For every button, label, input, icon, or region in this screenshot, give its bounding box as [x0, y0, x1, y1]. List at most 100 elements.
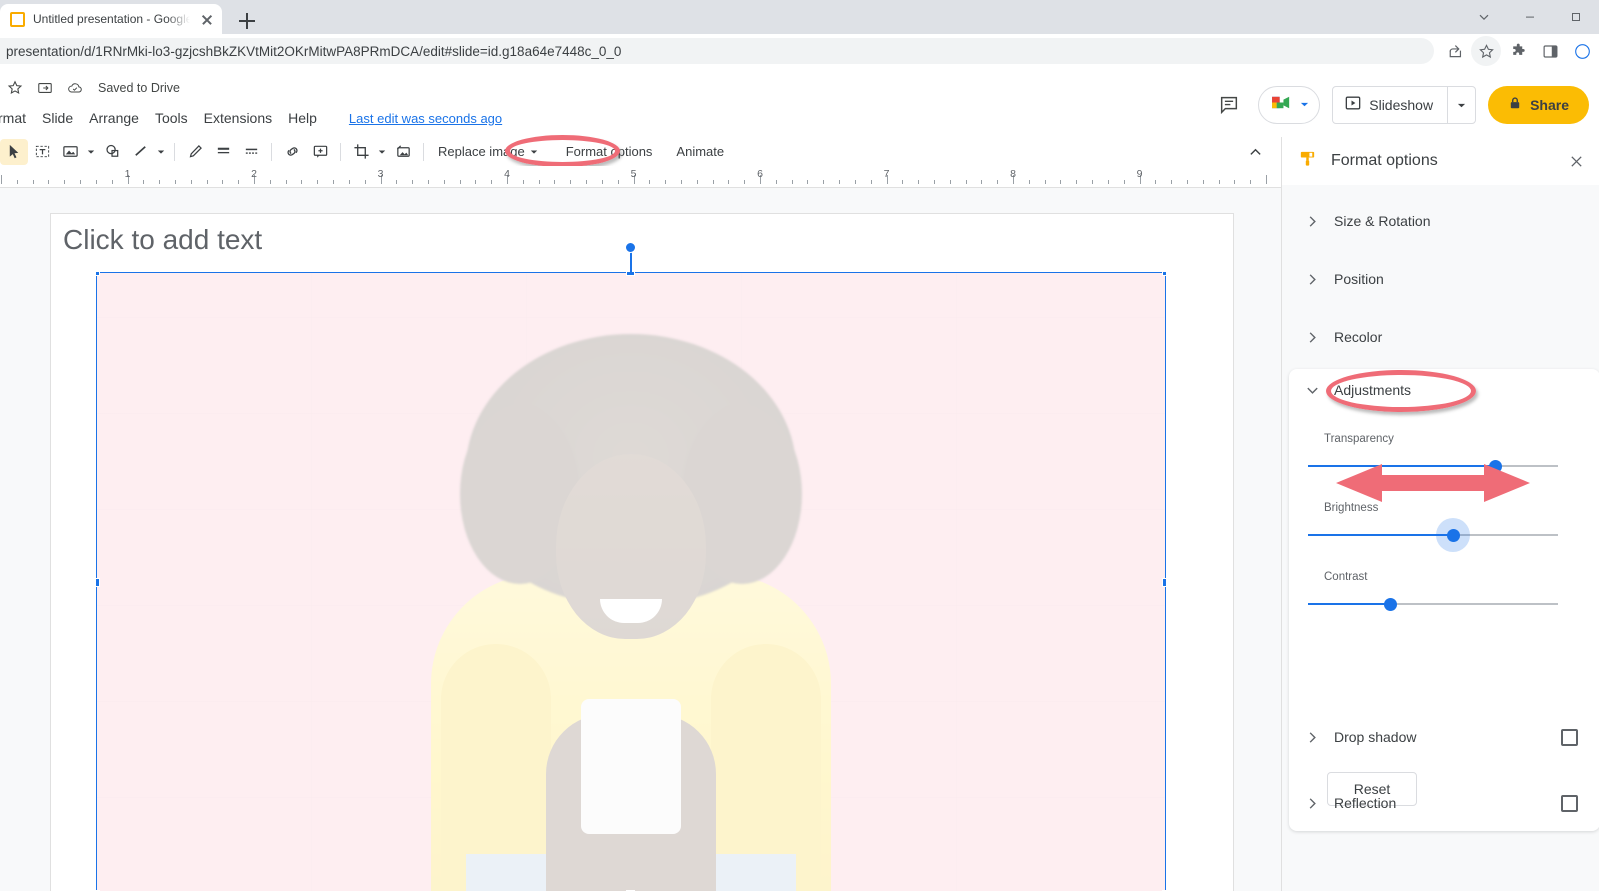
side-panel-icon[interactable]	[1535, 36, 1565, 66]
chevron-down-icon[interactable]	[1461, 0, 1507, 34]
chevron-down-icon	[1300, 383, 1324, 398]
resize-handle-w[interactable]	[96, 578, 100, 587]
selected-image-object[interactable]	[96, 272, 1166, 891]
image-tool-caret[interactable]	[84, 139, 98, 165]
menu-format[interactable]: rmat	[0, 108, 34, 128]
link-icon[interactable]	[278, 139, 306, 165]
section-label: Reflection	[1334, 795, 1397, 811]
reflection-checkbox[interactable]	[1561, 794, 1578, 812]
bookmark-star-icon[interactable]	[1471, 36, 1501, 66]
document-meta-row: Saved to Drive	[0, 76, 180, 100]
ruler-tick-minor	[222, 180, 224, 184]
cloud-saved-icon[interactable]	[60, 76, 90, 100]
ruler-tick-minor	[1060, 180, 1062, 184]
ruler-tick-minor	[1028, 180, 1030, 184]
section-drop-shadow[interactable]: Drop shadow	[1282, 715, 1599, 759]
slideshow-label: Slideshow	[1369, 97, 1434, 113]
ruler-tick-minor	[1234, 180, 1236, 184]
section-reflection[interactable]: Reflection	[1282, 781, 1599, 825]
browser-tab[interactable]: Untitled presentation - Google S	[0, 4, 222, 34]
slides-favicon	[10, 11, 25, 27]
transparency-thumb[interactable]	[1489, 459, 1502, 473]
ruler-tick-minor	[301, 180, 303, 184]
slideshow-dropdown-caret[interactable]	[1448, 87, 1475, 123]
browser-tab-strip: Untitled presentation - Google S	[0, 0, 1599, 34]
comment-history-icon[interactable]	[1212, 88, 1246, 122]
selection-border	[96, 272, 1166, 891]
resize-handle-ne[interactable]	[1162, 272, 1166, 276]
add-comment-icon[interactable]	[306, 139, 334, 165]
share-icon[interactable]	[1439, 36, 1469, 66]
address-bar[interactable]: presentation/d/1RNrMki-lo3-gzjcshBkZKVtM…	[0, 38, 1434, 64]
select-tool[interactable]	[0, 138, 28, 165]
text-placeholder[interactable]: Click to add text	[63, 224, 262, 256]
shapes-icon[interactable]	[98, 139, 126, 165]
slideshow-button[interactable]: Slideshow	[1332, 86, 1477, 124]
format-paint-icon	[1298, 149, 1317, 173]
line-icon[interactable]	[126, 139, 154, 165]
menu-extensions[interactable]: Extensions	[196, 108, 280, 128]
move-to-folder-icon[interactable]	[30, 76, 60, 100]
maximize-icon[interactable]	[1553, 0, 1599, 34]
profile-avatar[interactable]	[1567, 36, 1597, 66]
brightness-thumb[interactable]	[1446, 528, 1460, 542]
star-icon[interactable]	[0, 76, 30, 100]
section-adjustments[interactable]: Adjustments	[1300, 382, 1411, 398]
resize-handle-n[interactable]	[626, 272, 635, 276]
ruler-tick-minor	[206, 180, 208, 184]
drop-shadow-checkbox[interactable]	[1561, 728, 1578, 746]
contrast-slider[interactable]	[1308, 597, 1558, 611]
animate-button[interactable]: Animate	[668, 140, 732, 163]
resize-handle-e[interactable]	[1162, 578, 1166, 587]
google-meet-button[interactable]	[1258, 86, 1321, 124]
editing-toolbar: Replace image Format options Animate	[0, 137, 1281, 166]
ruler-tick-minor	[238, 180, 240, 184]
minimize-icon[interactable]	[1507, 0, 1553, 34]
close-icon[interactable]	[1562, 147, 1590, 175]
slide[interactable]: Click to add text	[51, 214, 1233, 891]
chevron-down-icon	[1300, 96, 1309, 114]
menu-arrange[interactable]: Arrange	[81, 108, 147, 128]
format-options-label: Format options	[565, 144, 653, 159]
resize-handle-nw[interactable]	[96, 272, 100, 276]
share-button[interactable]: Share	[1488, 86, 1589, 124]
ruler-number: 2	[251, 168, 257, 180]
line-dash-icon[interactable]	[237, 139, 265, 165]
new-tab-icon[interactable]	[233, 7, 261, 35]
slideshow-main[interactable]: Slideshow	[1333, 87, 1447, 123]
menu-tools[interactable]: Tools	[147, 108, 196, 128]
brightness-slider[interactable]	[1308, 518, 1558, 552]
close-icon[interactable]	[198, 10, 216, 28]
image-mask-icon[interactable]	[389, 139, 417, 165]
section-recolor[interactable]: Recolor	[1282, 315, 1599, 359]
section-position[interactable]: Position	[1282, 257, 1599, 301]
ruler-tick-minor	[870, 180, 872, 184]
menu-help[interactable]: Help	[280, 108, 325, 128]
animate-label: Animate	[676, 144, 725, 159]
divider	[423, 142, 424, 161]
textbox-tool[interactable]	[28, 139, 56, 165]
last-edit-link[interactable]: Last edit was seconds ago	[349, 111, 502, 126]
horizontal-ruler[interactable]: 1 2 3 4 5 6 7 8 9	[0, 166, 1281, 188]
ruler-tick-minor	[190, 180, 192, 184]
section-label: Adjustments	[1334, 382, 1412, 398]
replace-image-button[interactable]: Replace image	[430, 140, 546, 163]
chevron-right-icon	[1300, 330, 1324, 345]
line-tool-caret[interactable]	[154, 139, 168, 165]
menu-slide[interactable]: Slide	[34, 108, 81, 128]
line-weight-icon[interactable]	[209, 139, 237, 165]
insert-image-icon[interactable]	[56, 139, 84, 165]
chevron-up-icon[interactable]	[1243, 141, 1267, 163]
format-options-button[interactable]: Format options	[558, 140, 661, 163]
contrast-thumb[interactable]	[1384, 597, 1397, 611]
crop-tool-caret[interactable]	[375, 139, 389, 165]
tab-title: Untitled presentation - Google S	[33, 12, 190, 26]
ruler-tick-minor	[823, 180, 825, 184]
transparency-slider[interactable]	[1308, 459, 1558, 473]
section-label: Position	[1334, 271, 1384, 287]
rotation-handle[interactable]	[625, 242, 636, 253]
crop-icon[interactable]	[347, 139, 375, 165]
pen-color-icon[interactable]	[181, 139, 209, 165]
section-size-rotation[interactable]: Size & Rotation	[1282, 199, 1599, 243]
extensions-puzzle-icon[interactable]	[1503, 36, 1533, 66]
